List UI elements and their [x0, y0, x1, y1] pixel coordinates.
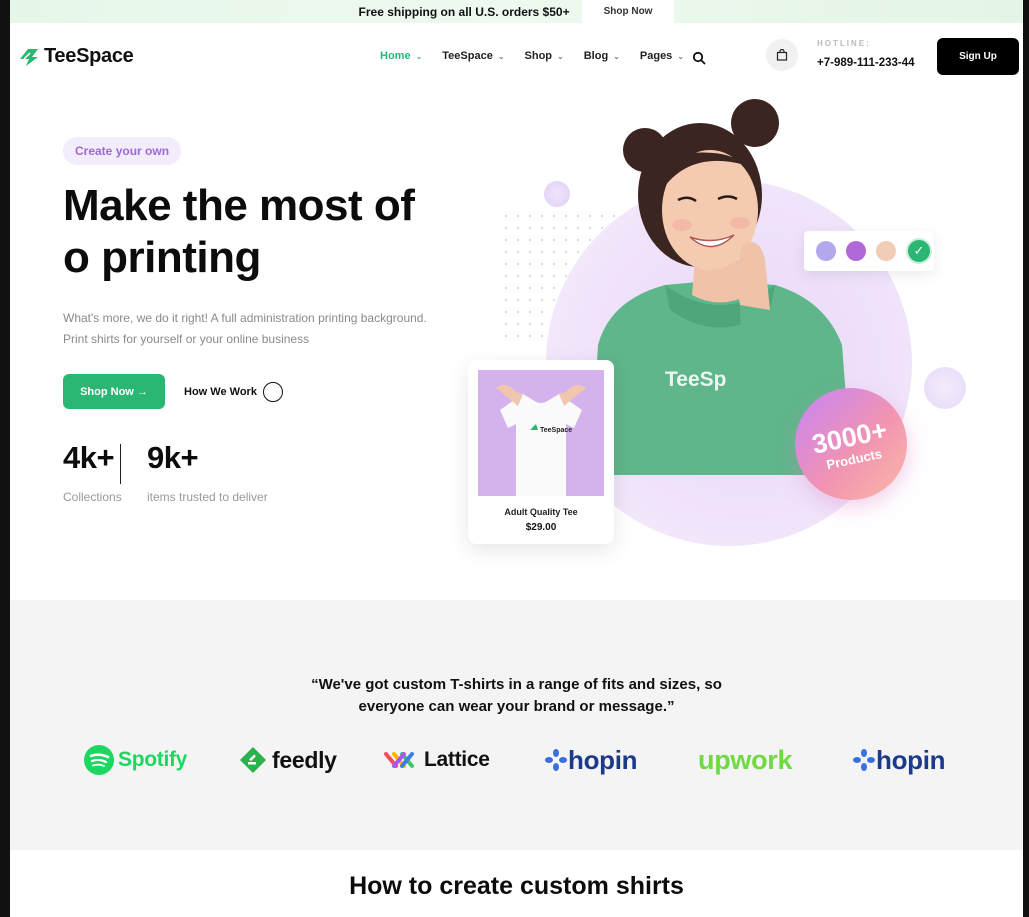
stat-value: 4k+ — [63, 440, 115, 475]
hero-subtitle-line: What's more, we do it right! A full admi… — [63, 311, 427, 325]
brand-name: Spotify — [118, 748, 188, 771]
nav-item-pages[interactable]: Pages ⌄ — [640, 50, 684, 62]
brand-logo-upwork: upwork — [698, 740, 793, 780]
hotline-number[interactable]: +7-989-111-233-44 — [817, 57, 915, 69]
hoodie-print-text: TeeSp — [665, 368, 727, 391]
cart-button[interactable] — [766, 39, 798, 71]
brands-quote: “We've got custom T-shirts in a range of… — [10, 674, 1023, 718]
brand-name: hopin — [568, 744, 638, 775]
nav-item-teespace[interactable]: TeeSpace ⌄ — [442, 50, 504, 62]
chevron-down-icon: ⌄ — [415, 51, 423, 61]
site-header: TeeSpace Home ⌄ TeeSpace ⌄ Shop ⌄ Blog ⌄… — [10, 23, 1023, 91]
hopin-icon — [853, 749, 875, 771]
stat-label: Collections — [63, 490, 122, 504]
announcement-bar: Free shipping on all U.S. orders $50+ Sh… — [10, 0, 1023, 23]
brands-section — [10, 600, 1023, 850]
chevron-down-icon: ⌄ — [613, 51, 620, 61]
logo-icon — [20, 48, 38, 66]
quote-line: everyone can wear your brand or message.… — [358, 698, 675, 715]
announcement-shop-now-link[interactable]: Shop Now — [581, 0, 675, 23]
nav-item-label: Home — [380, 50, 411, 62]
logo[interactable]: TeeSpace — [18, 45, 134, 68]
quote-line: “We've got custom T-shirts in a range of… — [311, 676, 722, 693]
sign-up-button[interactable]: Sign Up — [937, 38, 1019, 75]
brand-name: feedly — [272, 746, 337, 773]
decorative-bubble — [924, 367, 966, 409]
hero-title-line: Make the most of — [63, 181, 415, 230]
page: Free shipping on all U.S. orders $50+ Sh… — [10, 0, 1023, 917]
product-name: Adult Quality Tee — [504, 507, 578, 517]
main-nav: Home ⌄ TeeSpace ⌄ Shop ⌄ Blog ⌄ Pages ⌄ — [380, 50, 704, 62]
chevron-down-icon: ⌄ — [497, 51, 505, 61]
brand-logo-feedly: feedly — [238, 740, 337, 780]
check-icon[interactable]: ✓ — [906, 238, 932, 264]
feedly-icon — [240, 747, 266, 773]
stat-label: items trusted to deliver — [147, 490, 268, 504]
decorative-bubble — [544, 181, 570, 207]
play-icon — [262, 382, 283, 402]
stat-items: 9k+ items trusted to deliver — [147, 440, 268, 504]
brand-logo-hopin: hopin — [853, 740, 946, 780]
window-frame-left — [0, 0, 10, 917]
stat-divider — [120, 444, 121, 484]
color-swatch-peach[interactable] — [876, 241, 896, 261]
hero-title-line: o printing — [63, 233, 261, 282]
how-we-work-link[interactable]: How We Work — [184, 382, 283, 402]
search-icon[interactable] — [692, 51, 706, 65]
nav-item-label: TeeSpace — [442, 50, 493, 62]
brand-name: upwork — [698, 744, 793, 775]
brand-logo-spotify: Spotify — [83, 740, 187, 780]
brand-name: Lattice — [424, 748, 490, 771]
brand-name: hopin — [876, 744, 946, 775]
shop-now-button[interactable]: Shop Now → — [63, 374, 165, 409]
chevron-down-icon: ⌄ — [557, 51, 564, 61]
brand-logo-lattice: Lattice — [384, 740, 490, 780]
hero-subtitle: What's more, we do it right! A full admi… — [63, 308, 443, 350]
product-image: TeeSpace — [478, 370, 604, 496]
product-price: $29.00 — [525, 522, 557, 533]
nav-item-label: Blog — [583, 50, 609, 62]
hotline: HOTLINE: +7-989-111-233-44 — [817, 39, 915, 69]
nav-item-shop[interactable]: Shop ⌄ — [525, 50, 564, 62]
logo-text: TeeSpace — [44, 45, 134, 67]
nav-item-label: Pages — [639, 50, 673, 62]
stat-value: 9k+ — [147, 440, 199, 475]
color-swatch-lavender[interactable] — [816, 241, 836, 261]
nav-item-blog[interactable]: Blog ⌄ — [584, 50, 620, 62]
chevron-down-icon: ⌄ — [677, 51, 685, 61]
hopin-icon — [545, 749, 567, 771]
nav-item-label: Shop — [524, 50, 553, 62]
hotline-label: HOTLINE: — [817, 39, 871, 48]
brand-logo-hopin: hopin — [545, 740, 638, 780]
hero-badge: Create your own — [63, 137, 182, 165]
lattice-icon — [384, 752, 414, 768]
hero-title: Make the most of o printing — [63, 180, 483, 284]
hero-subtitle-line: Print shirts for yourself or your online… — [63, 332, 310, 346]
product-card[interactable]: TeeSpace Adult Quality Tee $29.00 — [468, 360, 614, 544]
stat-collections: 4k+ Collections — [63, 440, 122, 504]
shopping-bag-icon — [776, 49, 788, 61]
color-swatch-purple[interactable] — [846, 241, 866, 261]
window-frame-right — [1023, 0, 1029, 917]
section-title: How to create custom shirts — [349, 872, 684, 900]
spotify-icon — [84, 745, 114, 775]
color-picker-card: ✓ — [804, 231, 934, 271]
shirt-print-text: TeeSpace — [540, 427, 572, 434]
nav-item-home[interactable]: Home ⌄ — [380, 50, 422, 62]
how-we-work-label: How We Work — [184, 386, 257, 398]
announcement-message: Free shipping on all U.S. orders $50+ — [358, 4, 570, 19]
